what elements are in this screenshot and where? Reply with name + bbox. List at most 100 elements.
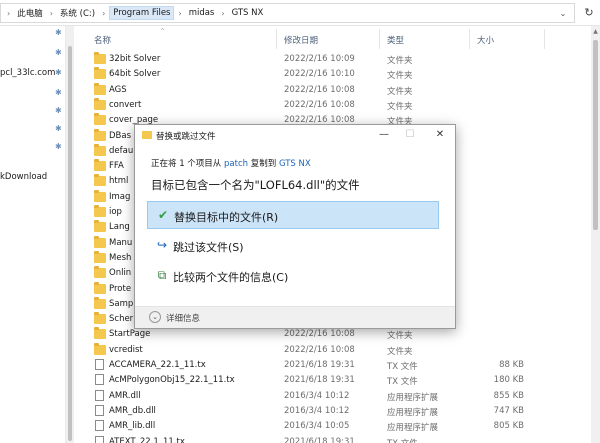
- column-divider[interactable]: [544, 29, 545, 49]
- dialog-title: 替换或跳过文件: [156, 132, 216, 142]
- file-type: 文件夹: [387, 346, 413, 357]
- scroll-up-icon[interactable]: ▲: [591, 28, 600, 35]
- column-divider[interactable]: [379, 29, 380, 49]
- details-toggle[interactable]: 详细信息: [166, 312, 200, 324]
- file-row[interactable]: AGS 2022/2/16 10:08 文件夹: [74, 82, 600, 98]
- replace-or-skip-dialog: 替换或跳过文件 — ☐ ✕ 正在将 1 个项目从 patch 复制到 GTS N…: [134, 124, 456, 329]
- file-name: convert: [109, 99, 142, 110]
- file-name: defau: [109, 145, 134, 156]
- source-link[interactable]: patch: [224, 159, 248, 169]
- navigation-pane: ✱ ✱ pcl_33lc.com ✱ ✱ ✱ ✱ ✱ kDownload: [0, 26, 66, 443]
- folder-icon: [94, 52, 106, 64]
- chevron-right-icon[interactable]: ›: [98, 9, 109, 18]
- file-name: html: [109, 176, 129, 187]
- scroll-thumb[interactable]: [593, 40, 598, 230]
- file-name: AcMPolygonObj15_22.1_11.tx: [109, 375, 235, 386]
- file-icon: [95, 389, 104, 401]
- folder-icon: [94, 235, 106, 248]
- file-size: 180 KB: [493, 375, 524, 386]
- skip-option-label: 跳过该文件(S): [173, 241, 244, 254]
- subtitle-mid: 复制到: [250, 159, 277, 169]
- compare-option-button[interactable]: ⧉ 比较两个文件的信息(C): [147, 262, 439, 290]
- compare-option-label: 比较两个文件的信息(C): [173, 271, 289, 284]
- pin-icon[interactable]: ✱: [55, 106, 63, 115]
- file-icon: [95, 359, 104, 370]
- file-row[interactable]: vcredist 2022/2/16 10:08 文件夹: [74, 342, 600, 358]
- file-name: vcredist: [109, 344, 143, 355]
- chevron-right-icon[interactable]: ›: [217, 9, 228, 18]
- refresh-icon[interactable]: ↻: [580, 4, 598, 22]
- chevron-right-icon[interactable]: ›: [46, 9, 57, 18]
- file-date: 2016/3/4 10:12: [284, 405, 350, 416]
- file-name: Samp: [109, 298, 134, 309]
- file-row[interactable]: AMR_db.dll 2016/3/4 10:12 应用程序扩展 747 KB: [74, 404, 600, 419]
- nav-item-pcl[interactable]: pcl_33lc.com: [0, 68, 55, 78]
- file-row[interactable]: 64bit Solver 2022/2/16 10:10 文件夹: [74, 67, 600, 82]
- close-button[interactable]: ✕: [427, 127, 453, 143]
- file-row[interactable]: AMR_lib.dll 2016/3/4 10:05 应用程序扩展 805 KB: [74, 419, 600, 434]
- file-type: 文件夹: [387, 86, 413, 97]
- chevron-down-icon[interactable]: ⌄: [149, 311, 161, 323]
- folder-icon: [94, 113, 106, 126]
- file-name: FFA: [109, 161, 124, 172]
- file-row[interactable]: AMR.dll 2016/3/4 10:12 应用程序扩展 855 KB: [74, 389, 600, 404]
- skip-option-button[interactable]: ↪ 跳过该文件(S): [147, 232, 439, 260]
- nav-item-download[interactable]: kDownload: [0, 172, 47, 182]
- address-box[interactable]: › 此电脑 › 系统 (C:) › Program Files › midas …: [0, 3, 575, 23]
- file-date: 2016/3/4 10:12: [284, 390, 350, 401]
- dialog-titlebar[interactable]: 替换或跳过文件 — ☐ ✕: [135, 125, 455, 145]
- pin-icon[interactable]: ✱: [55, 68, 63, 77]
- file-size: 805 KB: [493, 421, 524, 432]
- column-divider[interactable]: [276, 29, 277, 49]
- copy-folder-icon: [142, 131, 152, 139]
- file-name: ATEXT_22.1_11.tx: [109, 436, 185, 443]
- file-list-scrollbar[interactable]: ▲: [591, 26, 600, 443]
- folder-icon: [94, 327, 106, 340]
- scroll-thumb[interactable]: [68, 46, 72, 441]
- file-type: 应用程序扩展: [387, 392, 439, 403]
- file-type: 文件夹: [387, 71, 413, 82]
- chevron-right-icon[interactable]: ›: [174, 9, 185, 18]
- file-row[interactable]: convert 2022/2/16 10:08 文件夹: [74, 97, 600, 113]
- column-header: 名称 修改日期 类型 大小: [74, 26, 600, 52]
- file-size: 88 KB: [499, 360, 524, 370]
- minimize-button[interactable]: —: [371, 127, 397, 143]
- file-name: AMR_db.dll: [109, 405, 156, 416]
- dialog-message: 目标已包含一个名为"LOFL64.dll"的文件: [151, 178, 360, 192]
- column-type[interactable]: 类型: [387, 34, 404, 46]
- folder-icon: [94, 159, 106, 172]
- column-size[interactable]: 大小: [477, 34, 494, 46]
- file-date: 2021/6/18 19:31: [284, 375, 355, 386]
- replace-option-label: 替换目标中的文件(R): [174, 211, 279, 224]
- file-row[interactable]: ACCAMERA_22.1_11.tx 2021/6/18 19:31 TX 文件 8…: [74, 358, 600, 373]
- breadcrumb-this-pc[interactable]: 此电脑: [14, 6, 46, 20]
- breadcrumb-c-drive[interactable]: 系统 (C:): [57, 6, 98, 20]
- nav-scrollbar[interactable]: [66, 26, 74, 443]
- pin-icon[interactable]: ✱: [55, 28, 63, 37]
- file-row[interactable]: StartPage 2022/2/16 10:08 文件夹: [74, 327, 600, 342]
- file-name: Imag: [109, 191, 131, 202]
- file-row[interactable]: AcMPolygonObj15_22.1_11.tx 2021/6/18 19:3…: [74, 373, 600, 388]
- breadcrumb-program-files[interactable]: Program Files: [109, 6, 175, 20]
- chevron-right-icon: ›: [7, 8, 11, 18]
- file-row[interactable]: 32bit Solver 2022/2/16 10:09 文件夹: [74, 52, 600, 67]
- column-date[interactable]: 修改日期: [284, 34, 318, 46]
- destination-link[interactable]: GTS NX: [279, 159, 311, 169]
- replace-option-button[interactable]: ✔ 替换目标中的文件(R): [147, 201, 439, 229]
- column-name[interactable]: 名称: [94, 34, 111, 46]
- pin-icon[interactable]: ✱: [55, 124, 63, 133]
- file-row[interactable]: ATEXT_22.1_11.tx 2021/6/18 19:31 TX 文件: [74, 435, 600, 443]
- pin-icon[interactable]: ✱: [55, 88, 63, 97]
- file-date: 2022/2/16 10:08: [284, 329, 355, 340]
- address-dropdown-icon[interactable]: ⌄: [556, 8, 570, 20]
- folder-icon: [94, 143, 106, 156]
- column-divider[interactable]: [469, 29, 470, 49]
- file-size: 747 KB: [493, 405, 524, 416]
- pin-icon[interactable]: ✱: [55, 48, 63, 57]
- pin-icon[interactable]: ✱: [55, 142, 63, 151]
- folder-icon: [94, 67, 106, 80]
- breadcrumb-midas[interactable]: midas: [186, 7, 218, 19]
- maximize-button[interactable]: ☐: [397, 127, 423, 143]
- folder-icon: [94, 342, 106, 355]
- breadcrumb-gts-nx[interactable]: GTS NX: [229, 7, 267, 19]
